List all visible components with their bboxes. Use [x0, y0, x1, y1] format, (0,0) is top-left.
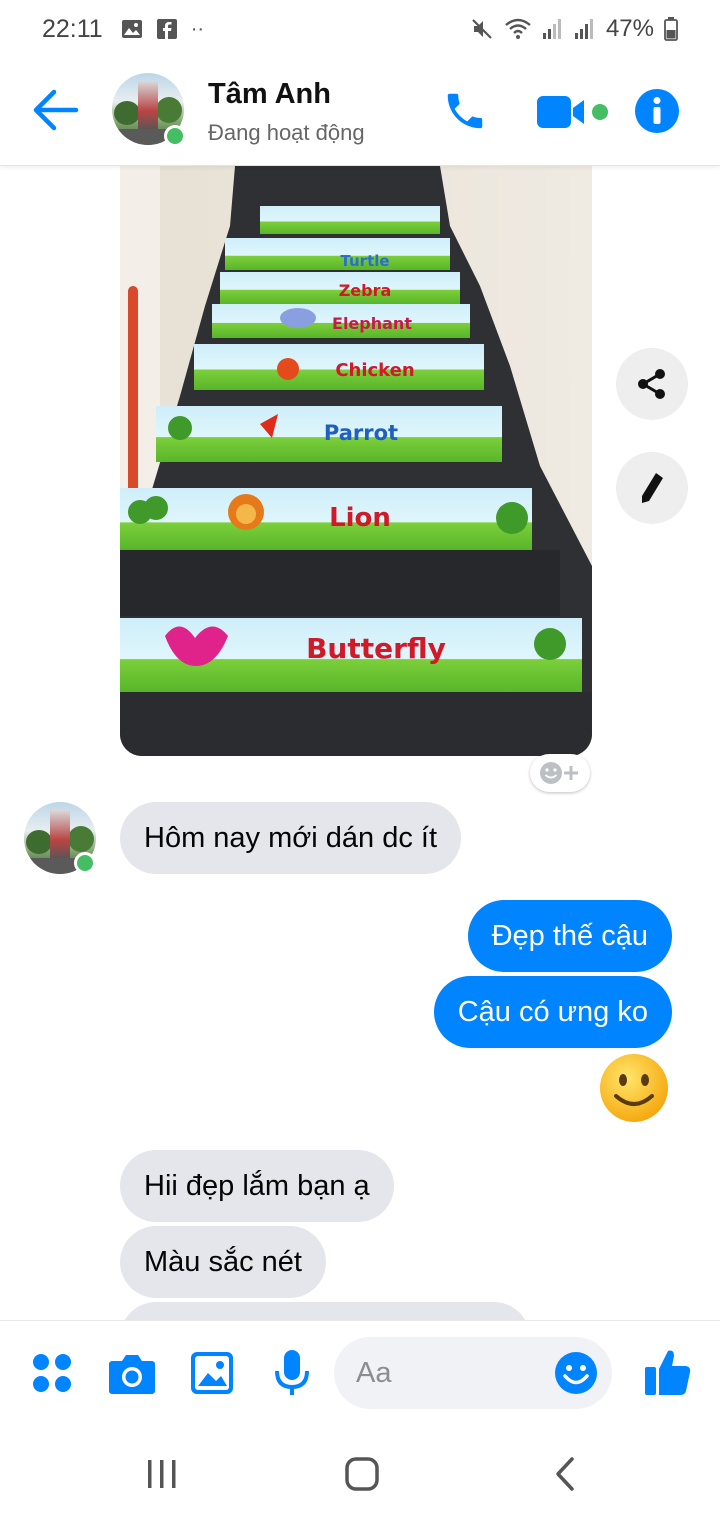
- edit-button[interactable]: [616, 452, 688, 524]
- message-input[interactable]: [356, 1337, 556, 1409]
- home-icon[interactable]: [342, 1454, 382, 1494]
- pencil-icon: [642, 473, 663, 503]
- message-bubble-incoming[interactable]: Hôm nay mới dán dc ít: [120, 802, 462, 874]
- emoji-plus-icon: [540, 762, 578, 784]
- stair-label-elephant: Elephant: [332, 314, 412, 333]
- microphone-icon[interactable]: [272, 1349, 312, 1397]
- wifi-icon: [505, 18, 531, 39]
- facebook-icon: [156, 19, 177, 39]
- stair-label-zebra: Zebra: [339, 281, 392, 300]
- system-nav-bar: [0, 1428, 720, 1520]
- message-bubble-incoming[interactable]: Màu sắc nét: [120, 1226, 326, 1298]
- message-bubble-outgoing[interactable]: Cậu có ưng ko: [433, 976, 672, 1048]
- phone-call-icon[interactable]: [442, 88, 488, 134]
- video-active-dot: [592, 104, 608, 120]
- back-arrow-icon[interactable]: [30, 88, 80, 132]
- message-input-wrap[interactable]: [334, 1337, 612, 1409]
- message-list[interactable]: Turtle Zebra Elephant Chicken Parrot Lio…: [0, 166, 720, 1320]
- message-composer: [0, 1320, 720, 1428]
- sender-avatar-wrap[interactable]: [24, 802, 100, 878]
- message-bubble-outgoing[interactable]: Đẹp thế cậu: [467, 900, 672, 972]
- contact-avatar-wrap[interactable]: [112, 73, 192, 153]
- status-bar: 22:11 ·· 47%: [0, 0, 720, 58]
- stair-label-butterfly: Butterfly: [306, 632, 446, 665]
- recent-apps-icon[interactable]: [142, 1454, 182, 1494]
- more-dots-icon: ··: [190, 17, 205, 40]
- status-time: 22:11: [42, 14, 103, 43]
- chat-header: Tâm Anh Đang hoạt động: [0, 58, 720, 166]
- back-nav-icon[interactable]: [546, 1454, 586, 1494]
- stair-label-turtle: Turtle: [340, 252, 389, 270]
- signal-icon: [542, 19, 561, 39]
- battery-percent: 47%: [605, 15, 654, 42]
- online-indicator: [74, 852, 96, 874]
- staircase-image: Turtle Zebra Elephant Chicken Parrot Lio…: [120, 166, 592, 756]
- contact-name[interactable]: Tâm Anh: [208, 78, 331, 111]
- mute-icon: [472, 19, 492, 39]
- emoji-icon[interactable]: [554, 1351, 598, 1395]
- video-call-icon[interactable]: [536, 90, 592, 134]
- online-indicator: [164, 125, 186, 147]
- smiley-emoji-message[interactable]: [598, 1052, 670, 1124]
- info-icon[interactable]: [634, 88, 680, 134]
- share-button[interactable]: [616, 348, 688, 420]
- contact-status: Đang hoạt động: [208, 120, 365, 145]
- stair-label-lion: Lion: [329, 503, 391, 533]
- gallery-icon[interactable]: [190, 1351, 234, 1395]
- stair-label-parrot: Parrot: [324, 421, 398, 445]
- message-bubble-incoming[interactable]: Hii đẹp lắm bạn ạ: [120, 1150, 394, 1222]
- signal-icon: [574, 19, 593, 39]
- stair-label-chicken: Chicken: [335, 360, 414, 381]
- message-bubble-partial[interactable]: [120, 1302, 530, 1320]
- like-thumb-icon[interactable]: [644, 1347, 692, 1397]
- shared-photo[interactable]: Turtle Zebra Elephant Chicken Parrot Lio…: [120, 166, 592, 756]
- add-reaction-button[interactable]: [530, 754, 590, 792]
- menu-grid-icon[interactable]: [32, 1353, 72, 1393]
- battery-icon: [664, 17, 678, 41]
- camera-icon[interactable]: [108, 1351, 156, 1395]
- share-icon: [638, 369, 665, 399]
- image-icon: [121, 20, 142, 38]
